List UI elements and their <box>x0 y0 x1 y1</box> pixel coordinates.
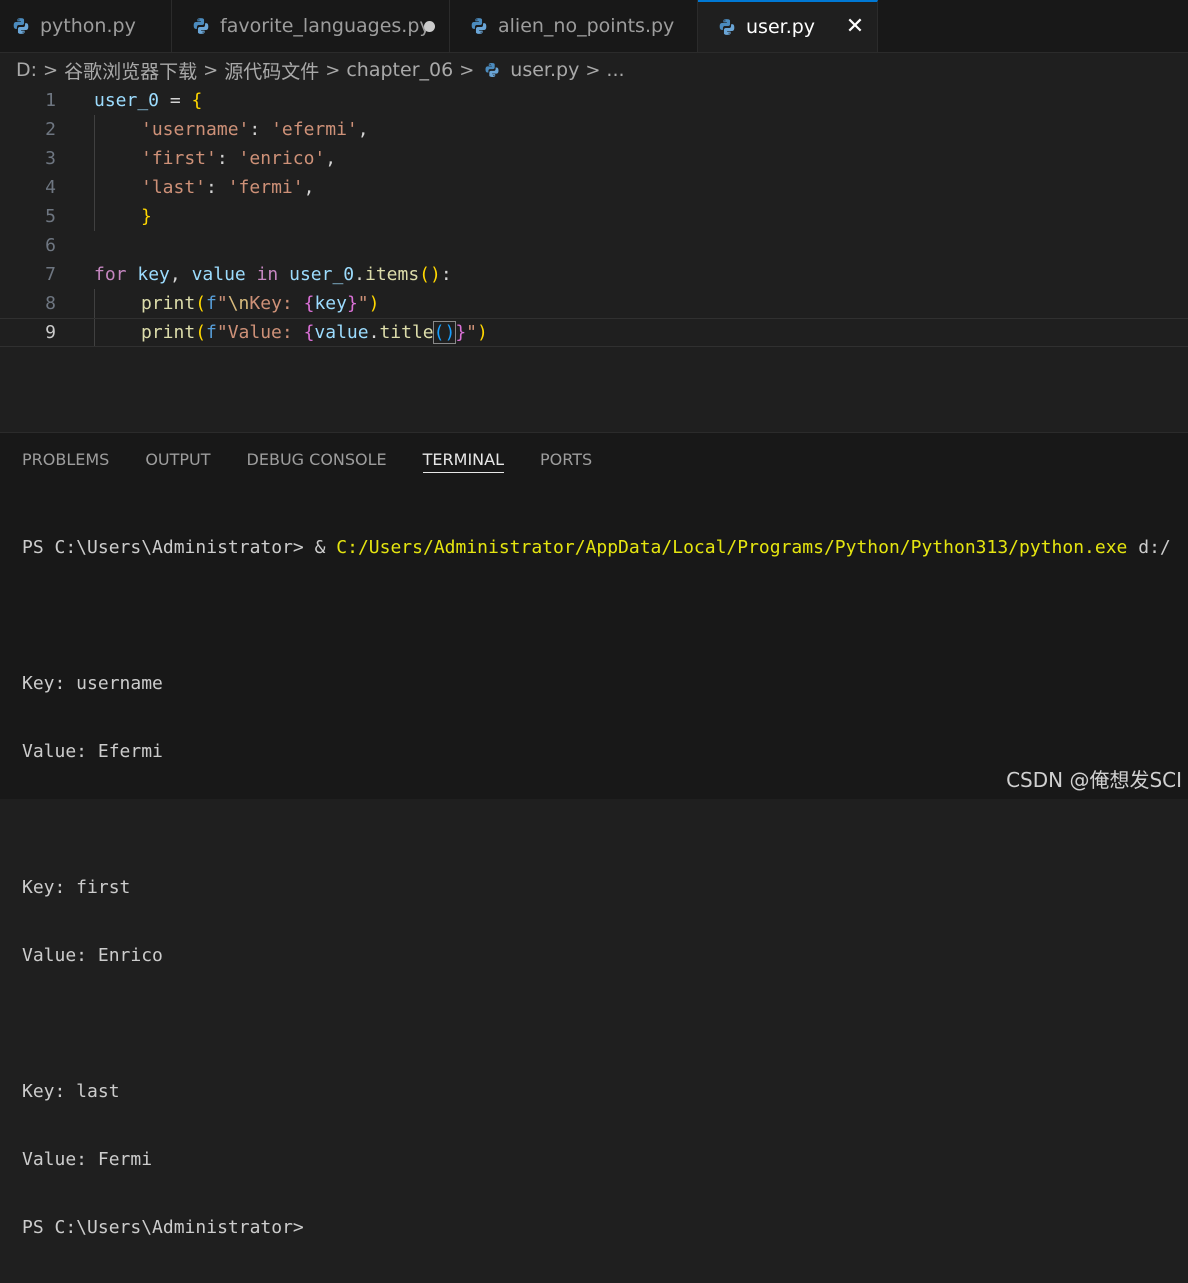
line-number: 8 <box>45 293 56 314</box>
line-number: 2 <box>45 119 56 140</box>
tab-label: user.py <box>746 16 816 38</box>
terminal-prompt: PS C:\Users\Administrator> <box>22 1217 304 1238</box>
line-number: 4 <box>45 177 56 198</box>
code-line[interactable]: 8 print(f"\nKey: {key}") <box>0 289 1188 318</box>
breadcrumb-file[interactable]: user.py <box>510 59 579 81</box>
code-text: print(f"\nKey: {key}") <box>141 293 380 314</box>
terminal-line: Value: Enrico <box>22 945 163 966</box>
breadcrumb-folder[interactable]: chapter_06 <box>346 59 453 81</box>
terminal-line: Key: first <box>22 877 131 898</box>
tab-debug-console[interactable]: DEBUG CONSOLE <box>247 449 387 479</box>
line-number: 7 <box>45 264 56 285</box>
tab-problems[interactable]: PROBLEMS <box>22 449 109 479</box>
tab-favorite-languages-py[interactable]: favorite_languages.py <box>172 0 450 52</box>
tab-output[interactable]: OUTPUT <box>145 449 210 479</box>
code-text: 'username': 'efermi', <box>141 119 369 140</box>
line-number: 6 <box>45 235 56 256</box>
code-line[interactable]: 3 'first': 'enrico', <box>0 144 1188 173</box>
python-file-icon <box>718 18 736 36</box>
panel-tab-bar: PROBLEMS OUTPUT DEBUG CONSOLE TERMINAL P… <box>22 449 628 479</box>
terminal-line: Value: Fermi <box>22 1149 153 1170</box>
tab-alien-no-points-py[interactable]: alien_no_points.py <box>450 0 698 52</box>
code-line[interactable]: 2 'username': 'efermi', <box>0 115 1188 144</box>
line-number: 3 <box>45 148 56 169</box>
code-line[interactable]: 7 for key, value in user_0.items(): <box>0 260 1188 289</box>
line-number: 5 <box>45 206 56 227</box>
tab-label: favorite_languages.py <box>220 15 431 37</box>
terminal-line: Value: Efermi <box>22 741 163 762</box>
terminal-line: Key: username <box>22 673 163 694</box>
code-text: 'first': 'enrico', <box>141 148 337 169</box>
tab-user-py[interactable]: user.py ✕ <box>698 0 878 52</box>
code-text: user_0 = { <box>94 90 203 111</box>
code-line[interactable]: 1 user_0 = { <box>0 86 1188 115</box>
code-text: 'last': 'fermi', <box>141 177 315 198</box>
breadcrumb: D: > 谷歌浏览器下载 > 源代码文件 > chapter_06 > user… <box>16 56 625 84</box>
chevron-right-icon: > <box>325 59 341 81</box>
code-text: print(f"Value: {value.title()}") <box>141 321 488 344</box>
code-line-current[interactable]: 9 print(f"Value: {value.title()}") <box>0 318 1188 347</box>
python-file-icon <box>484 62 500 78</box>
terminal-output[interactable]: PS C:\Users\Administrator> & C:/Users/Ad… <box>22 493 1188 1283</box>
matched-brackets: () <box>432 321 457 344</box>
chevron-right-icon: > <box>585 59 601 81</box>
python-file-icon <box>192 17 210 35</box>
chevron-right-icon: > <box>43 59 59 81</box>
tab-label: python.py <box>40 15 136 37</box>
python-file-icon <box>12 17 30 35</box>
editor-tab-bar: python.py favorite_languages.py alien_no… <box>0 0 1188 53</box>
terminal-line: Key: last <box>22 1081 120 1102</box>
code-line[interactable]: 5 } <box>0 202 1188 231</box>
bottom-panel: PROBLEMS OUTPUT DEBUG CONSOLE TERMINAL P… <box>0 432 1188 1238</box>
breadcrumb-folder[interactable]: 源代码文件 <box>224 57 319 84</box>
watermark: CSDN @俺想发SCI <box>1006 768 1182 792</box>
terminal-command-line: PS C:\Users\Administrator> & C:/Users/Ad… <box>22 537 1171 558</box>
chevron-right-icon: > <box>459 59 475 81</box>
command-path: C:/Users/Administrator/AppData/Local/Pro… <box>336 537 1128 558</box>
code-editor[interactable]: 1 user_0 = { 2 'username': 'efermi', 3 '… <box>0 86 1188 432</box>
chevron-right-icon: > <box>203 59 219 81</box>
tab-terminal[interactable]: TERMINAL <box>422 449 505 473</box>
code-text: for key, value in user_0.items(): <box>94 264 452 285</box>
unsaved-dot-icon[interactable] <box>424 21 435 32</box>
code-line[interactable]: 6 <box>0 231 1188 260</box>
code-text: } <box>141 206 152 227</box>
tab-python-py[interactable]: python.py <box>0 0 172 52</box>
close-icon[interactable]: ✕ <box>845 15 865 39</box>
code-line[interactable]: 4 'last': 'fermi', <box>0 173 1188 202</box>
tab-ports[interactable]: PORTS <box>540 449 592 479</box>
line-number: 1 <box>45 90 56 111</box>
python-file-icon <box>470 17 488 35</box>
line-number: 9 <box>45 322 56 343</box>
tab-label: alien_no_points.py <box>498 15 675 37</box>
breadcrumb-drive[interactable]: D: <box>16 59 37 81</box>
breadcrumb-symbols[interactable]: ... <box>606 59 624 81</box>
breadcrumb-folder[interactable]: 谷歌浏览器下载 <box>64 57 197 84</box>
